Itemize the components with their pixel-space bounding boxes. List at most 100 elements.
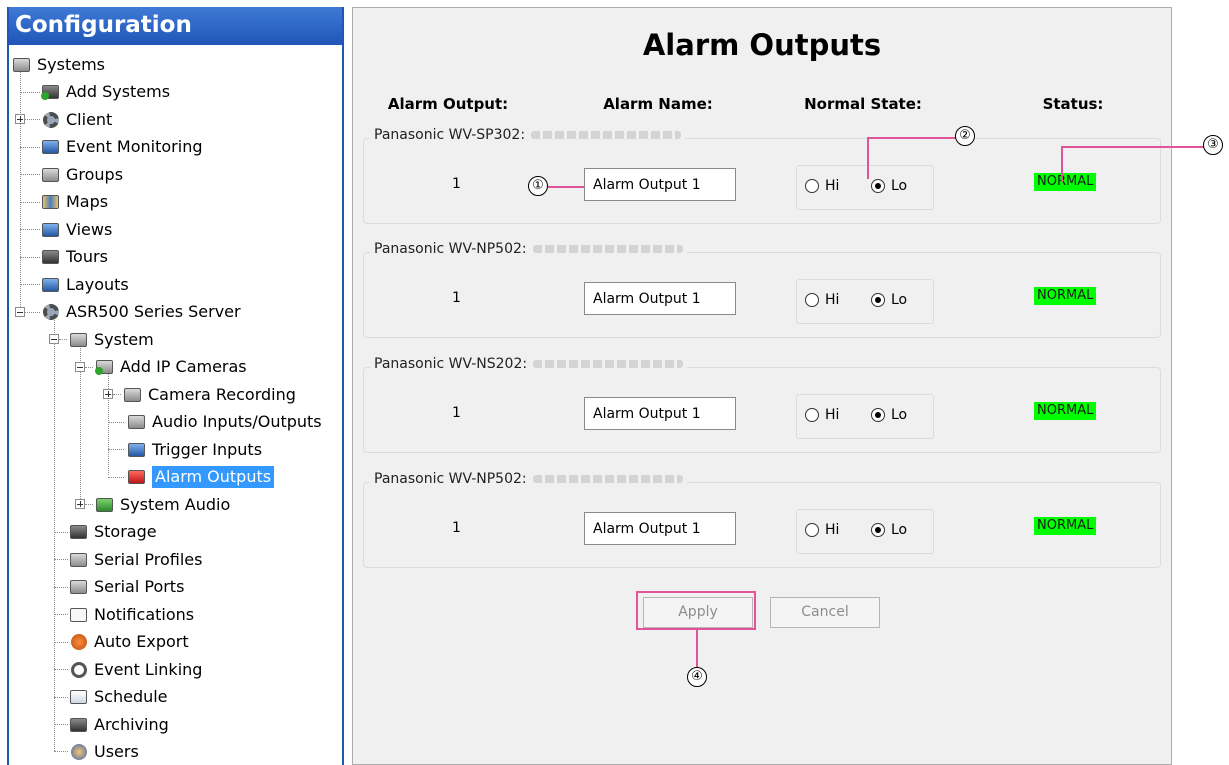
tree-item-add-systems[interactable]: Add Systems — [41, 79, 170, 105]
tree-item-maps[interactable]: Maps — [41, 189, 108, 215]
tree-item-archiving[interactable]: Archiving — [69, 712, 169, 738]
archiving-icon — [69, 716, 89, 734]
expand-client-toggle[interactable] — [15, 114, 25, 124]
redacted-mac-address — [532, 475, 683, 483]
device-caption: Panasonic WV-NP502: — [370, 471, 687, 487]
trigger-inputs-icon — [127, 441, 147, 459]
tree-item-groups[interactable]: Groups — [41, 162, 123, 188]
calendar-icon — [69, 688, 89, 706]
alarm-output-number: 1 — [452, 520, 461, 536]
redacted-mac-address — [533, 360, 684, 368]
tree-item-client[interactable]: Client — [41, 107, 112, 133]
status-badge: NORMAL — [1034, 402, 1097, 420]
tree-item-users[interactable]: Users — [69, 739, 139, 765]
callout-marker-4: ④ — [687, 667, 707, 687]
system-audio-icon — [95, 496, 115, 514]
radio-lo[interactable]: Lo — [871, 407, 907, 423]
collapse-system-toggle[interactable] — [49, 334, 59, 344]
expand-system-audio-toggle[interactable] — [75, 499, 85, 509]
apply-highlight-box — [636, 591, 756, 630]
callout-line-3 — [1061, 146, 1205, 148]
add-ip-cameras-icon — [95, 358, 115, 376]
alarm-outputs-panel: Alarm Outputs Alarm Output: Alarm Name: … — [352, 7, 1172, 765]
tree-item-auto-export[interactable]: Auto Export — [69, 629, 189, 655]
radio-hi[interactable]: Hi — [805, 407, 839, 423]
alarm-name-input[interactable] — [584, 282, 736, 315]
tree-item-camera-recording[interactable]: Camera Recording — [123, 382, 296, 408]
alarm-output-number: 1 — [452, 290, 461, 306]
device-group: Panasonic WV-SP302: 1 Hi Lo NORMAL — [363, 127, 1161, 224]
alarm-name-input[interactable] — [584, 397, 736, 430]
tree-item-add-ip-cameras[interactable]: Add IP Cameras — [95, 354, 247, 380]
alarm-name-input[interactable] — [584, 512, 736, 545]
callout-line-4 — [696, 630, 698, 667]
server-gear-icon — [41, 303, 61, 321]
event-monitoring-icon — [41, 138, 61, 156]
tree-item-storage[interactable]: Storage — [69, 519, 157, 545]
column-header-alarm-output: Alarm Output: — [387, 95, 509, 113]
envelope-icon — [69, 606, 89, 624]
tree-item-asr500-server[interactable]: ASR500 Series Server — [41, 299, 241, 325]
tree-item-schedule[interactable]: Schedule — [69, 684, 168, 710]
callout-marker-2: ② — [955, 126, 975, 146]
page-title: Alarm Outputs — [642, 28, 882, 62]
tree-item-notifications[interactable]: Notifications — [69, 602, 194, 628]
tree-item-alarm-outputs[interactable]: Alarm Outputs — [127, 464, 275, 490]
serial-ports-icon — [69, 578, 89, 596]
tree-item-systems[interactable]: Systems — [12, 52, 105, 78]
auto-export-icon — [69, 633, 89, 651]
add-systems-icon — [41, 83, 61, 101]
callout-marker-3: ③ — [1203, 135, 1223, 155]
tree-item-audio-inputs-outputs[interactable]: Audio Inputs/Outputs — [127, 409, 322, 435]
client-gear-icon — [41, 111, 61, 129]
alarm-output-number: 1 — [452, 405, 461, 421]
configuration-tree-panel: Configuration Systems Add Systems Client… — [7, 7, 344, 765]
system-icon — [69, 331, 89, 349]
cancel-button[interactable]: Cancel — [770, 597, 880, 628]
tree-header: Configuration — [9, 7, 342, 45]
alarm-name-input[interactable] — [584, 168, 736, 201]
tree-item-system[interactable]: System — [69, 327, 154, 353]
radio-hi[interactable]: Hi — [805, 292, 839, 308]
radio-lo[interactable]: Lo — [871, 178, 907, 194]
radio-hi[interactable]: Hi — [805, 178, 839, 194]
tree-item-serial-ports[interactable]: Serial Ports — [69, 574, 184, 600]
camera-recording-icon — [123, 386, 143, 404]
status-badge: NORMAL — [1034, 287, 1097, 305]
radio-lo[interactable]: Lo — [871, 522, 907, 538]
tree-item-system-audio[interactable]: System Audio — [95, 492, 230, 518]
status-badge: NORMAL — [1034, 517, 1097, 535]
normal-state-radio-group: Hi Lo — [796, 279, 934, 324]
systems-icon — [12, 56, 32, 74]
column-header-normal-state: Normal State: — [804, 95, 922, 113]
tree-item-event-linking[interactable]: Event Linking — [69, 657, 202, 683]
radio-hi[interactable]: Hi — [805, 522, 839, 538]
layouts-icon — [41, 276, 61, 294]
speaker-icon — [127, 413, 147, 431]
radio-lo[interactable]: Lo — [871, 292, 907, 308]
chain-link-icon — [69, 661, 89, 679]
users-icon — [69, 743, 89, 761]
callout-line-2-drop — [867, 137, 869, 179]
collapse-server-toggle[interactable] — [15, 307, 25, 317]
column-header-status: Status: — [1042, 95, 1104, 113]
device-group: Panasonic WV-NP502: 1 Hi Lo NORMAL — [363, 471, 1161, 568]
device-group: Panasonic WV-NS202: 1 Hi Lo NORMAL — [363, 356, 1161, 453]
status-badge: NORMAL — [1034, 173, 1097, 191]
tree-item-trigger-inputs[interactable]: Trigger Inputs — [127, 437, 262, 463]
column-header-alarm-name: Alarm Name: — [603, 95, 713, 113]
device-caption: Panasonic WV-NS202: — [370, 356, 688, 372]
tree-item-tours[interactable]: Tours — [41, 244, 108, 270]
expand-camera-recording-toggle[interactable] — [103, 389, 113, 399]
callout-line-3-drop — [1061, 146, 1063, 182]
serial-profiles-icon — [69, 551, 89, 569]
normal-state-radio-group: Hi Lo — [796, 509, 934, 554]
collapse-add-ip-cameras-toggle[interactable] — [75, 362, 85, 372]
tree-item-event-monitoring[interactable]: Event Monitoring — [41, 134, 202, 160]
tree-item-views[interactable]: Views — [41, 217, 112, 243]
redacted-mac-address — [531, 131, 682, 139]
configuration-tree: Systems Add Systems Client Event Monitor… — [9, 45, 342, 765]
tree-item-serial-profiles[interactable]: Serial Profiles — [69, 547, 202, 573]
normal-state-radio-group: Hi Lo — [796, 394, 934, 439]
tree-item-layouts[interactable]: Layouts — [41, 272, 129, 298]
